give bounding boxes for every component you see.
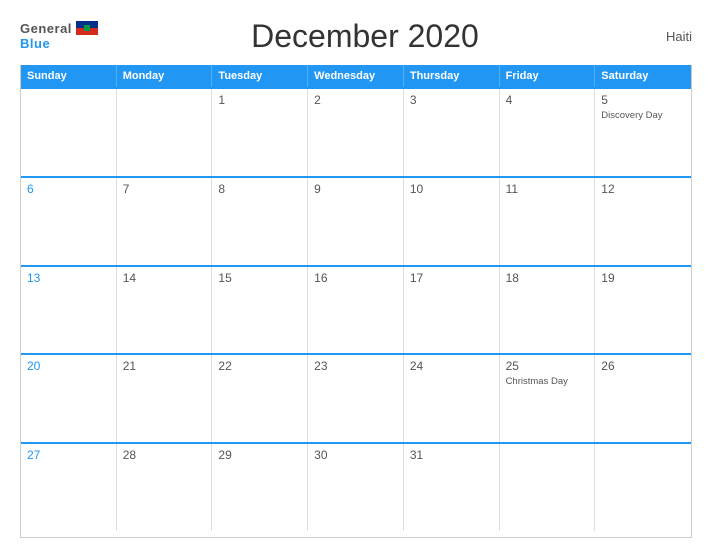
cell-w4-tue: 22 xyxy=(212,355,308,442)
cell-w5-tue: 29 xyxy=(212,444,308,531)
cell-w3-mon: 14 xyxy=(117,267,213,354)
week-1: 1 2 3 4 5 Discovery Day xyxy=(21,87,691,176)
week-2: 6 7 8 9 10 11 12 xyxy=(21,176,691,265)
header-monday: Monday xyxy=(117,65,213,87)
cell-w1-tue: 1 xyxy=(212,89,308,176)
cell-w3-wed: 16 xyxy=(308,267,404,354)
logo-general-text: General xyxy=(20,22,72,36)
header-friday: Friday xyxy=(500,65,596,87)
header-thursday: Thursday xyxy=(404,65,500,87)
cell-w4-sun: 20 xyxy=(21,355,117,442)
cell-w2-sat: 12 xyxy=(595,178,691,265)
calendar-page: General Blue December 2020 Haiti Sunday … xyxy=(0,0,712,550)
cell-w5-sat xyxy=(595,444,691,531)
cell-w2-mon: 7 xyxy=(117,178,213,265)
event-christmas-day: Christmas Day xyxy=(506,376,568,387)
logo-blue-text: Blue xyxy=(20,37,98,51)
header-tuesday: Tuesday xyxy=(212,65,308,87)
cell-w2-tue: 8 xyxy=(212,178,308,265)
calendar-grid: Sunday Monday Tuesday Wednesday Thursday… xyxy=(20,65,692,538)
cell-w3-fri: 18 xyxy=(500,267,596,354)
cell-w2-thu: 10 xyxy=(404,178,500,265)
header-sunday: Sunday xyxy=(21,65,117,87)
cell-w1-fri: 4 xyxy=(500,89,596,176)
cell-w2-sun: 6 xyxy=(21,178,117,265)
cell-w5-wed: 30 xyxy=(308,444,404,531)
cell-w1-wed: 2 xyxy=(308,89,404,176)
country-label: Haiti xyxy=(632,29,692,44)
cell-w4-wed: 23 xyxy=(308,355,404,442)
cell-w3-sun: 13 xyxy=(21,267,117,354)
calendar-body: 1 2 3 4 5 Discovery Day 6 7 8 9 10 11 12 xyxy=(21,87,691,531)
header-saturday: Saturday xyxy=(595,65,691,87)
flag-icon xyxy=(76,21,98,35)
cell-w3-thu: 17 xyxy=(404,267,500,354)
cell-w1-mon xyxy=(117,89,213,176)
cell-w4-mon: 21 xyxy=(117,355,213,442)
cell-w4-thu: 24 xyxy=(404,355,500,442)
cell-w1-thu: 3 xyxy=(404,89,500,176)
cell-w4-sat: 26 xyxy=(595,355,691,442)
cell-w4-fri: 25 Christmas Day xyxy=(500,355,596,442)
week-5: 27 28 29 30 31 xyxy=(21,442,691,531)
cell-w2-fri: 11 xyxy=(500,178,596,265)
cell-w5-mon: 28 xyxy=(117,444,213,531)
calendar-header-row: Sunday Monday Tuesday Wednesday Thursday… xyxy=(21,65,691,87)
week-3: 13 14 15 16 17 18 19 xyxy=(21,265,691,354)
cell-w1-sat: 5 Discovery Day xyxy=(595,89,691,176)
cell-w5-fri xyxy=(500,444,596,531)
week-4: 20 21 22 23 24 25 Christmas Day 26 xyxy=(21,353,691,442)
logo: General Blue xyxy=(20,22,98,51)
cell-w3-sat: 19 xyxy=(595,267,691,354)
header-wednesday: Wednesday xyxy=(308,65,404,87)
event-discovery-day: Discovery Day xyxy=(601,110,662,121)
cell-w1-sun xyxy=(21,89,117,176)
header: General Blue December 2020 Haiti xyxy=(20,18,692,55)
cell-w5-thu: 31 xyxy=(404,444,500,531)
cell-w5-sun: 27 xyxy=(21,444,117,531)
cell-w3-tue: 15 xyxy=(212,267,308,354)
cell-w2-wed: 9 xyxy=(308,178,404,265)
month-title: December 2020 xyxy=(98,18,632,55)
